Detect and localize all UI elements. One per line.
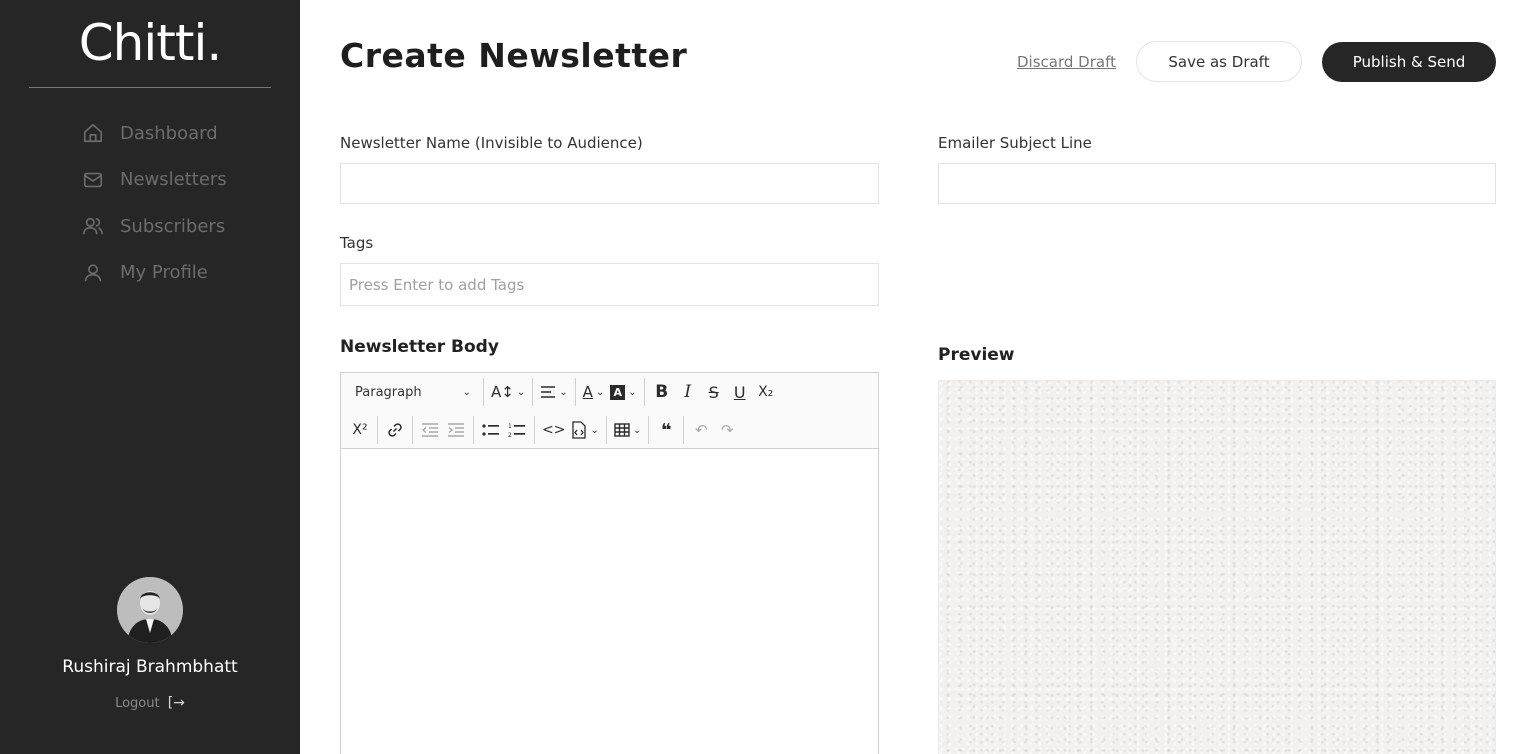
toolbar-divider	[605, 416, 607, 444]
toolbar-divider	[473, 416, 474, 444]
chevron-down-icon: ⌄	[516, 386, 526, 398]
svg-text:2: 2	[508, 432, 512, 438]
subject-line-input[interactable]	[938, 163, 1496, 204]
mail-icon	[82, 169, 104, 191]
code-block-icon	[572, 421, 587, 439]
table-icon	[614, 423, 630, 437]
home-icon	[82, 122, 104, 144]
editor-toolbar: Paragraph ⌄ A↕⌄ ⌄ A⌄ A ⌄ B I S U X₂ X²	[341, 373, 878, 449]
chevron-down-icon: ⌄	[628, 386, 637, 398]
sidebar-item-dashboard[interactable]: Dashboard	[82, 110, 227, 157]
subject-line-label: Emailer Subject Line	[938, 134, 1092, 152]
outdent-icon	[421, 423, 438, 437]
user-icon	[82, 262, 104, 284]
link-icon	[388, 423, 402, 437]
toolbar-divider	[648, 416, 650, 444]
tags-label: Tags	[340, 234, 374, 252]
logout-icon: [→	[167, 695, 185, 711]
undo-icon: ↶	[694, 421, 708, 439]
preview-label: Preview	[938, 345, 1015, 365]
blockquote-button[interactable]: ❝	[653, 416, 679, 444]
sidebar-item-label: Newsletters	[120, 169, 227, 191]
redo-icon: ↷	[720, 421, 734, 439]
chevron-down-icon: ⌄	[590, 424, 599, 436]
users-icon	[82, 215, 104, 237]
indent-icon	[448, 423, 464, 437]
toolbar-divider	[483, 378, 484, 406]
paragraph-format-label: Paragraph	[355, 384, 422, 400]
publish-send-button[interactable]: Publish & Send	[1322, 42, 1496, 82]
chevron-down-icon: ⌄	[462, 386, 471, 398]
page-title: Create Newsletter	[340, 36, 688, 75]
insert-table-dropdown[interactable]: ⌄	[611, 416, 644, 444]
numbered-list-icon: 12	[508, 423, 525, 438]
outdent-button[interactable]	[417, 416, 443, 444]
brand-logo[interactable]: Chitti.	[0, 14, 300, 72]
toolbar-divider	[574, 378, 576, 406]
toolbar-divider	[683, 416, 685, 444]
align-dropdown[interactable]: ⌄	[537, 378, 570, 406]
font-color-dropdown[interactable]: A ⌄	[580, 378, 608, 406]
save-as-draft-button[interactable]: Save as Draft	[1136, 41, 1302, 82]
brand-divider	[29, 87, 271, 88]
strikethrough-button[interactable]: S	[701, 378, 727, 406]
underline-button[interactable]: U	[727, 378, 753, 406]
indent-button[interactable]	[443, 416, 469, 444]
background-color-dropdown[interactable]: A ⌄	[607, 378, 639, 406]
redo-button[interactable]: ↷	[714, 416, 740, 444]
toolbar-divider	[534, 416, 535, 444]
sidebar-item-newsletters[interactable]: Newsletters	[82, 157, 227, 204]
chevron-down-icon: ⌄	[632, 424, 642, 436]
undo-button[interactable]: ↶	[688, 416, 714, 444]
user-name: Rushiraj Brahmbhatt	[62, 657, 238, 677]
bulleted-list-icon	[482, 424, 499, 436]
toolbar-row: Paragraph ⌄ A↕ ⌄ ⌄ A ⌄ A ⌄ B I S U X₂	[347, 375, 779, 409]
rich-text-editor: Paragraph ⌄ A↕⌄ ⌄ A⌄ A ⌄ B I S U X₂ X²	[340, 372, 879, 754]
svg-text:1: 1	[508, 423, 512, 430]
toolbar-divider	[643, 378, 645, 406]
link-button[interactable]	[382, 416, 408, 444]
newsletter-name-label: Newsletter Name (Invisible to Audience)	[340, 134, 643, 152]
toolbar-divider	[412, 416, 413, 444]
code-button[interactable]: <>	[539, 416, 568, 444]
newsletter-body-label: Newsletter Body	[340, 337, 499, 357]
avatar[interactable]	[117, 577, 183, 643]
discard-draft-link[interactable]: Discard Draft	[1017, 53, 1116, 71]
font-size-dropdown[interactable]: A↕ ⌄	[488, 378, 528, 406]
logout-label: Logout	[115, 696, 160, 711]
toolbar-divider	[532, 378, 534, 406]
sidebar-nav: Dashboard Newsletters Subscribers My Pro…	[82, 110, 227, 296]
bold-button[interactable]: B	[649, 378, 675, 406]
sidebar-item-my-profile[interactable]: My Profile	[82, 250, 227, 297]
code-icon: <>	[542, 422, 566, 438]
numbered-list-button[interactable]: 12	[504, 416, 530, 444]
subscript-button[interactable]: X₂	[753, 378, 779, 406]
chevron-down-icon: ⌄	[595, 386, 605, 398]
font-color-icon: A	[582, 383, 593, 401]
logout-link[interactable]: Logout [→	[0, 695, 300, 711]
align-left-icon	[541, 386, 556, 398]
sidebar-item-label: My Profile	[120, 262, 208, 284]
sidebar-item-subscribers[interactable]: Subscribers	[82, 203, 227, 250]
bulleted-list-button[interactable]	[478, 416, 504, 444]
toolbar-row: X² 12 <> ⌄ ⌄ ❝ ↶ ↷	[347, 413, 740, 447]
background-color-icon: A	[610, 384, 626, 400]
code-block-dropdown[interactable]: ⌄	[568, 416, 601, 444]
sidebar-item-label: Subscribers	[120, 215, 226, 237]
superscript-button[interactable]: X²	[347, 416, 373, 444]
font-size-icon: A↕	[491, 383, 514, 401]
newsletter-name-input[interactable]	[340, 163, 879, 204]
italic-button[interactable]: I	[675, 378, 701, 406]
sidebar: Chitti. Dashboard Newsletters Subscriber…	[0, 0, 300, 754]
tags-input[interactable]	[340, 263, 879, 306]
preview-panel	[938, 380, 1496, 754]
editor-content-area[interactable]	[341, 449, 878, 754]
sidebar-item-label: Dashboard	[120, 122, 218, 144]
chevron-down-icon: ⌄	[559, 386, 568, 398]
paragraph-format-dropdown[interactable]: Paragraph ⌄	[347, 378, 479, 406]
toolbar-divider	[377, 416, 378, 444]
quote-icon: ❝	[660, 419, 672, 441]
